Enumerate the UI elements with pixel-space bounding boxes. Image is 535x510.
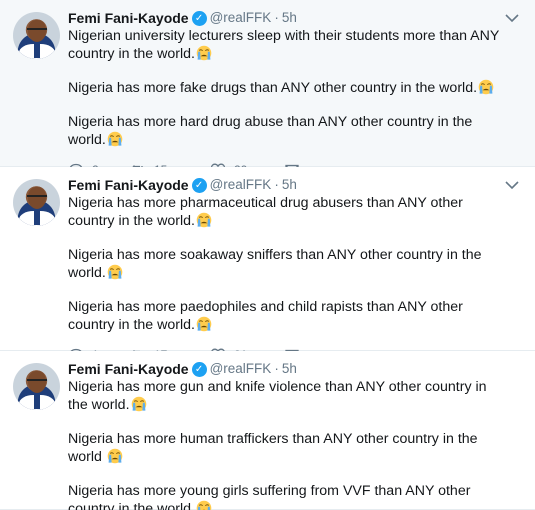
user-handle[interactable]: @realFFK [210, 360, 272, 378]
display-name[interactable]: Femi Fani-Kayode [68, 360, 189, 378]
user-handle[interactable]: @realFFK [210, 9, 272, 27]
chevron-down-icon[interactable] [503, 178, 521, 192]
tweet-paragraph: Nigeria has more human traffickers than … [68, 431, 478, 465]
avatar[interactable] [13, 12, 60, 59]
tweet-paragraph: Nigeria has more paedophiles and child r… [68, 299, 463, 333]
tweet-header: Femi Fani-Kayode ✓ @realFFK · 5h [68, 9, 501, 27]
verified-check-icon: ✓ [191, 361, 207, 377]
tweet[interactable]: Femi Fani-Kayode ✓ @realFFK · 5h Nigeria… [0, 167, 535, 363]
tweet-paragraph: Nigeria has more hard drug abuse than AN… [68, 114, 473, 148]
tweet-feed: Femi Fani-Kayode ✓ @realFFK · 5h Nigeria… [0, 0, 535, 510]
verified-check-icon: ✓ [191, 10, 207, 26]
tweet-paragraph: Nigeria has more young girls suffering f… [68, 483, 471, 510]
crying-face-icon [478, 79, 494, 95]
tweet-timestamp[interactable]: 5h [282, 360, 297, 378]
tweet-paragraph: Nigeria has more soakaway sniffers than … [68, 247, 482, 281]
verified-check-icon: ✓ [191, 177, 207, 193]
tweet-paragraph: Nigeria has more fake drugs than ANY oth… [68, 80, 478, 96]
user-handle[interactable]: @realFFK [210, 176, 272, 194]
tweet-timestamp[interactable]: 5h [282, 9, 297, 27]
separator-dot: · [274, 10, 279, 25]
display-name[interactable]: Femi Fani-Kayode [68, 176, 189, 194]
crying-face-icon [107, 131, 123, 147]
tweet-header: Femi Fani-Kayode ✓ @realFFK · 5h [68, 360, 501, 378]
crying-face-icon [196, 45, 212, 61]
tweet-timestamp[interactable]: 5h [282, 176, 297, 194]
tweet-header: Femi Fani-Kayode ✓ @realFFK · 5h [68, 176, 501, 194]
tweet-text: Nigerian university lecturers sleep with… [68, 27, 501, 149]
crying-face-icon [107, 264, 123, 280]
tweet-text: Nigeria has more pharmaceutical drug abu… [68, 194, 501, 334]
avatar[interactable] [13, 179, 60, 226]
chevron-down-icon[interactable] [503, 11, 521, 25]
crying-face-icon [196, 316, 212, 332]
display-name[interactable]: Femi Fani-Kayode [68, 9, 189, 27]
tweet[interactable]: Femi Fani-Kayode ✓ @realFFK · 5h Nigeria… [0, 351, 535, 510]
crying-face-icon [196, 500, 212, 510]
separator-dot: · [274, 361, 279, 376]
tweet-paragraph: Nigerian university lecturers sleep with… [68, 28, 500, 62]
crying-face-icon [107, 448, 123, 464]
crying-face-icon [131, 396, 147, 412]
avatar[interactable] [13, 363, 60, 410]
tweet-text: Nigeria has more gun and knife violence … [68, 378, 501, 510]
tweet-paragraph: Nigeria has more pharmaceutical drug abu… [68, 195, 463, 229]
separator-dot: · [274, 177, 279, 192]
crying-face-icon [196, 212, 212, 228]
tweet[interactable]: Femi Fani-Kayode ✓ @realFFK · 5h Nigeria… [0, 0, 535, 178]
